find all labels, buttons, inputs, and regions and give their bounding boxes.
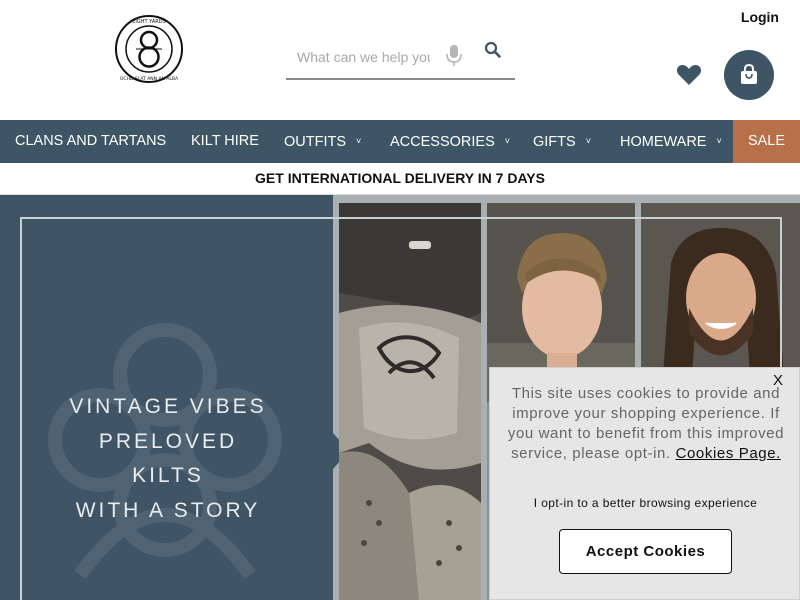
nav-item-kilt-hire[interactable]: Kilt Hire xyxy=(191,120,259,163)
cookie-consent-dialog: X This site uses cookies to provide and … xyxy=(489,367,800,600)
cookies-page-link[interactable]: Cookies Page. xyxy=(676,445,781,462)
svg-text:OCHD SLAT ANN AN ALBA: OCHD SLAT ANN AN ALBA xyxy=(120,76,179,82)
hero-headline: VINTAGE VIBES PRELOVED KILTS WITH A STOR… xyxy=(20,390,316,528)
nav-item-label: Gifts xyxy=(533,134,576,150)
main-nav: Clans and Tartans Kilt Hire Outfits ˅ Acc… xyxy=(0,120,800,163)
hero-line: KILTS xyxy=(132,464,204,487)
heart-icon[interactable] xyxy=(676,63,702,87)
nav-item-homeware[interactable]: Homeware ˅ xyxy=(620,120,722,163)
search-input[interactable] xyxy=(297,43,430,71)
cookie-optin-text: I opt-in to a better browsing experience xyxy=(533,496,758,510)
chevron-down-icon: ˅ xyxy=(585,136,591,146)
cookie-message: This site uses cookies to provide and im… xyxy=(504,384,788,464)
chevron-down-icon: ˅ xyxy=(504,136,511,146)
nav-item-label: Kilt Hire xyxy=(191,133,259,149)
eight-yards-logo[interactable]: EIGHT YARDS OCHD SLAT ANN AN ALBA xyxy=(114,14,184,84)
nav-item-label: Clans and Tartans xyxy=(15,133,167,149)
hero-line: WITH A STORY xyxy=(75,498,261,522)
nav-item-gifts[interactable]: Gifts ˅ xyxy=(533,120,591,163)
nav-item-label: Homeware xyxy=(620,134,707,150)
shopping-bag-icon xyxy=(741,63,757,84)
hero-line: PRELOVED xyxy=(98,429,238,453)
search-bar xyxy=(286,38,515,80)
chevron-down-icon: ˅ xyxy=(716,136,722,146)
nav-item-clans-and-tartans[interactable]: Clans and Tartans xyxy=(15,120,166,163)
promo-banner[interactable]: Get International Delivery in 7 Days xyxy=(0,163,800,195)
site-header: EIGHT YARDS OCHD SLAT ANN AN ALBA Login xyxy=(0,0,800,120)
nav-item-outfits[interactable]: Outfits ˅ xyxy=(284,120,361,163)
search-icon[interactable] xyxy=(484,41,506,63)
sporran-photo xyxy=(339,203,481,600)
nav-item-label: Accessories xyxy=(390,134,495,150)
hero-line: VINTAGE VIBES xyxy=(69,395,267,418)
hero-text-panel: VINTAGE VIBES PRELOVED KILTS WITH A STOR… xyxy=(0,195,333,600)
accept-cookies-button[interactable]: Accept Cookies xyxy=(559,529,732,574)
svg-text:EIGHT YARDS: EIGHT YARDS xyxy=(132,19,166,25)
nav-item-accessories[interactable]: Accessories ˅ xyxy=(390,120,510,163)
mic-icon[interactable] xyxy=(446,43,462,67)
login-link[interactable]: Login xyxy=(741,9,779,25)
chevron-down-icon: ˅ xyxy=(356,136,362,146)
nav-item-label: Outfits xyxy=(284,134,347,150)
shopping-bag-button[interactable] xyxy=(724,50,774,100)
nav-item-sale[interactable]: Sale xyxy=(733,120,800,163)
